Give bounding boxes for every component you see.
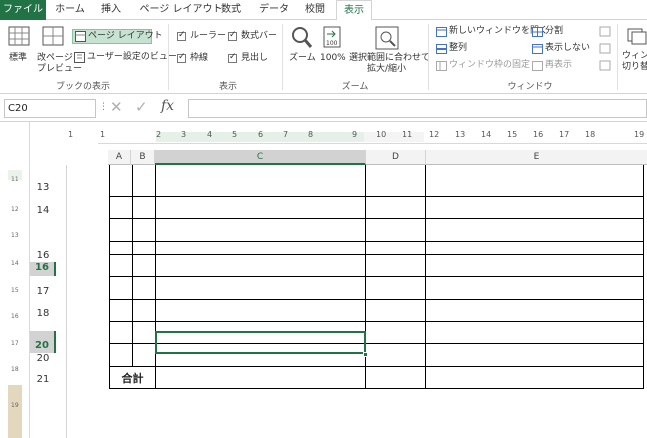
column-header-b[interactable]: B [131,150,155,165]
page-break-preview-line2[interactable]: プレビュー [37,64,82,75]
tab-formulas[interactable]: 数式 [213,0,249,20]
switch-windows-line2[interactable]: 切り替 [622,62,647,73]
enter-icon[interactable]: ✓ [135,98,148,116]
page-layout-button[interactable]: ページ レイアウト [72,29,163,44]
zoom-100-button[interactable]: 100% [320,53,346,64]
hide-window-icon [532,44,543,54]
group-divider [617,24,618,90]
freeze-panes-button[interactable]: ウィンドウ枠の固定 ▾ [449,60,537,71]
page-break-preview-icon[interactable] [42,26,64,46]
gridlines-label: 枠線 [190,53,209,63]
switch-windows-icon[interactable] [627,26,647,46]
more-options-icon[interactable]: ⋮ [99,102,108,112]
tab-insert[interactable]: 挿入 [94,0,128,20]
group-divider [428,24,429,90]
normal-view-icon[interactable] [8,26,30,46]
workbook-views-group-label: ブックの表示 [55,82,110,92]
zoom-to-selection-line2[interactable]: 拡大/縮小 [367,64,406,75]
zoom-icon[interactable] [291,26,313,50]
page-layout-icon [75,31,86,42]
arrange-button[interactable]: 整列 [449,43,467,54]
column-header-d[interactable]: D [366,150,426,165]
unhide-window-icon [532,61,543,71]
split-icon [532,27,543,37]
ribbon-tab-bar: ファイル ホーム 挿入 ページ レイアウト 数式 データ 校閲 表示 [0,0,647,21]
zoom-group-label: ズーム [341,82,369,92]
side-by-side-icons[interactable] [599,26,611,76]
group-divider [282,24,283,90]
row-header-21[interactable]: 21 [30,374,56,388]
row-header-18[interactable]: 18 [30,308,56,322]
cancel-icon[interactable]: ✕ [110,98,123,116]
hide-window-button[interactable]: 表示しない [545,43,590,54]
row-header-20[interactable]: 20 [30,353,56,366]
vertical-ruler: 11 12 13 14 15 16 17 18 19 [8,170,22,438]
ruler-checkbox[interactable] [177,30,186,41]
new-window-icon [436,27,447,37]
zoom-to-selection-icon[interactable] [375,26,399,50]
column-headers: A B C D E [108,150,647,165]
column-header-a[interactable]: A [108,150,131,165]
formula-bar: C20 ⋮ ✕ ✓ fx [0,94,647,122]
ribbon: 標準 改ページ プレビュー ページ レイアウト ユーザー設定のビュー ブックの表… [0,20,647,94]
zoom-100-icon[interactable]: 100 [322,26,342,50]
normal-view-button[interactable]: 標準 [9,53,27,64]
ruler-label: ルーラー [190,31,227,41]
window-group-label: ウィンドウ [507,82,553,92]
fill-handle[interactable] [363,352,368,357]
column-header-c[interactable]: C [155,150,366,165]
formula-input[interactable] [188,99,647,118]
row-header-20-selected[interactable]: 20 [30,331,56,353]
gridlines-checkbox[interactable] [177,52,186,63]
group-divider [168,24,169,90]
row-header-14[interactable]: 14 [30,205,56,219]
column-header-e[interactable]: E [426,150,647,165]
tab-home[interactable]: ホーム [50,0,90,20]
tab-view[interactable]: 表示 [336,0,372,21]
page-edge-line [66,165,67,438]
custom-views-button[interactable]: ユーザー設定のビュー [87,52,177,63]
zoom-to-selection-line1[interactable]: 選択範囲に合わせて [349,53,430,64]
split-button[interactable]: 分割 [545,26,563,37]
row-header-16[interactable]: 16 [30,262,56,276]
name-box[interactable]: C20 [4,99,96,118]
custom-views-icon [74,52,85,63]
page-break-preview-line1[interactable]: 改ページ [37,53,73,64]
headings-checkbox[interactable] [228,52,237,63]
formula-bar-checkbox[interactable] [228,30,237,41]
tab-review[interactable]: 校閲 [298,0,332,20]
show-group-label: 表示 [218,82,237,92]
zoom-button[interactable]: ズーム [289,53,316,64]
row-header-17[interactable]: 17 [30,286,56,300]
horizontal-ruler: 1 1 2 3 4 5 6 7 8 9 10 11 12 13 14 15 16… [68,130,647,144]
tab-file[interactable]: ファイル [0,0,46,20]
switch-windows-line1[interactable]: ウィンド [622,51,647,62]
page-layout-label: ページ レイアウト [88,31,163,41]
insert-function-icon[interactable]: fx [161,98,174,114]
svg-text:100: 100 [326,40,338,47]
total-label-cell[interactable]: 合計 [110,370,155,386]
unhide-window-button[interactable]: 再表示 [545,60,572,71]
selected-cell-c20[interactable] [155,331,366,354]
tab-data[interactable]: データ [254,0,294,20]
headings-label: 見出し [241,53,269,63]
row-header-13[interactable]: 13 [30,182,56,196]
arrange-icon [436,44,447,54]
formula-bar-label: 数式バー [241,31,278,41]
freeze-panes-icon [436,61,447,71]
